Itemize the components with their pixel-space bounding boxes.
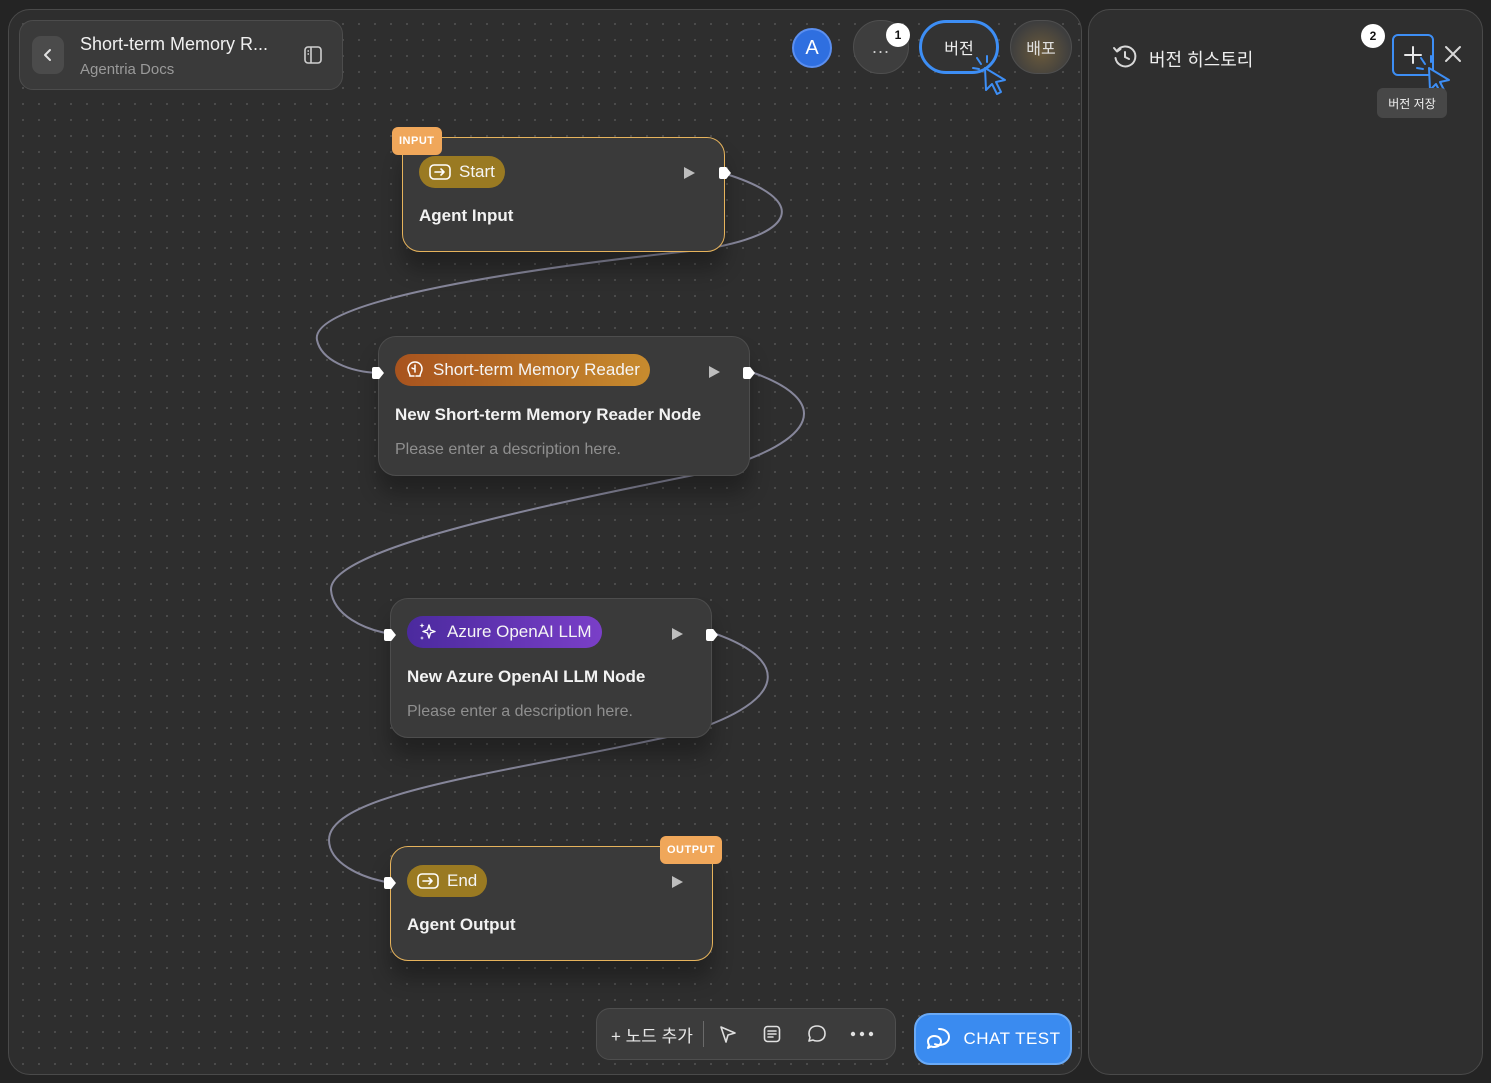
node-title: New Short-term Memory Reader Node bbox=[395, 405, 702, 424]
add-node-button[interactable]: + 노드 추가 bbox=[611, 1022, 693, 1047]
more-dots-icon[interactable] bbox=[850, 1022, 874, 1046]
enter-icon bbox=[417, 873, 439, 889]
node-start[interactable]: Start Agent Input bbox=[402, 137, 731, 252]
node-description[interactable]: Please enter a description here. bbox=[407, 703, 633, 721]
node-title: Agent Input bbox=[419, 206, 514, 225]
node-title: New Azure OpenAI LLM Node bbox=[407, 667, 646, 686]
input-port[interactable] bbox=[372, 367, 384, 379]
version-history-panel: 버전 히스토리 2 버전 저장 bbox=[1088, 9, 1483, 1075]
sidebar-toggle-icon[interactable] bbox=[303, 45, 323, 65]
pointer-icon[interactable] bbox=[716, 1022, 740, 1046]
node-title: Agent Output bbox=[407, 915, 516, 934]
run-node-icon[interactable] bbox=[684, 167, 695, 179]
flow-subtitle: Agentria Docs bbox=[80, 61, 175, 78]
user-avatar[interactable]: A bbox=[792, 28, 832, 68]
step-badge-2: 2 bbox=[1361, 24, 1385, 48]
run-node-icon[interactable] bbox=[709, 366, 720, 378]
notes-icon[interactable] bbox=[761, 1022, 785, 1046]
chat-test-label: CHAT TEST bbox=[963, 1029, 1061, 1048]
node-type-tag: Short-term Memory Reader bbox=[395, 354, 650, 386]
brain-icon bbox=[407, 361, 423, 377]
flow-title-card: Short-term Memory R... Agentria Docs bbox=[19, 20, 343, 90]
enter-icon bbox=[429, 164, 451, 180]
node-type-tag: Start bbox=[419, 156, 505, 188]
history-icon bbox=[1113, 45, 1137, 68]
node-type-tag: Azure OpenAI LLM bbox=[407, 616, 602, 648]
node-azure-openai-llm[interactable]: Azure OpenAI LLM New Azure OpenAI LLM No… bbox=[384, 598, 718, 738]
deploy-button[interactable]: 배포 bbox=[1010, 20, 1072, 74]
save-version-tooltip: 버전 저장 bbox=[1377, 88, 1447, 118]
input-port[interactable] bbox=[384, 877, 396, 889]
run-node-icon[interactable] bbox=[672, 876, 683, 888]
canvas-toolbar: + 노드 추가 bbox=[596, 1008, 896, 1060]
cursor-click-icon bbox=[972, 55, 1006, 95]
comment-icon[interactable] bbox=[805, 1022, 829, 1046]
node-type-tag: End bbox=[407, 865, 488, 897]
node-tag-label: End bbox=[447, 871, 478, 890]
chat-test-button[interactable]: CHAT TEST bbox=[914, 1013, 1072, 1065]
toolbar-divider bbox=[702, 1021, 704, 1047]
node-short-term-memory-reader[interactable]: Short-term Memory Reader New Short-term … bbox=[372, 336, 755, 476]
sparkles-icon bbox=[419, 623, 436, 640]
output-label: OUTPUT bbox=[660, 836, 723, 864]
close-icon[interactable] bbox=[1442, 43, 1464, 65]
chat-bubbles-icon bbox=[927, 1028, 951, 1049]
input-port[interactable] bbox=[384, 629, 396, 641]
flow-canvas[interactable]: Short-term Memory R... Agentria Docs A .… bbox=[8, 9, 1082, 1075]
back-button[interactable] bbox=[32, 36, 64, 74]
panel-title: 버전 히스토리 bbox=[1149, 50, 1254, 70]
node-description[interactable]: Please enter a description here. bbox=[395, 441, 621, 459]
step-badge-1: 1 bbox=[886, 23, 910, 47]
flow-title: Short-term Memory R... bbox=[80, 34, 269, 54]
node-tag-label: Start bbox=[459, 162, 495, 181]
node-tag-label: Azure OpenAI LLM bbox=[447, 622, 592, 641]
chevron-left-icon bbox=[44, 49, 51, 61]
node-tag-label: Short-term Memory Reader bbox=[433, 360, 640, 379]
run-node-icon[interactable] bbox=[672, 628, 683, 640]
input-label: INPUT bbox=[392, 127, 442, 155]
